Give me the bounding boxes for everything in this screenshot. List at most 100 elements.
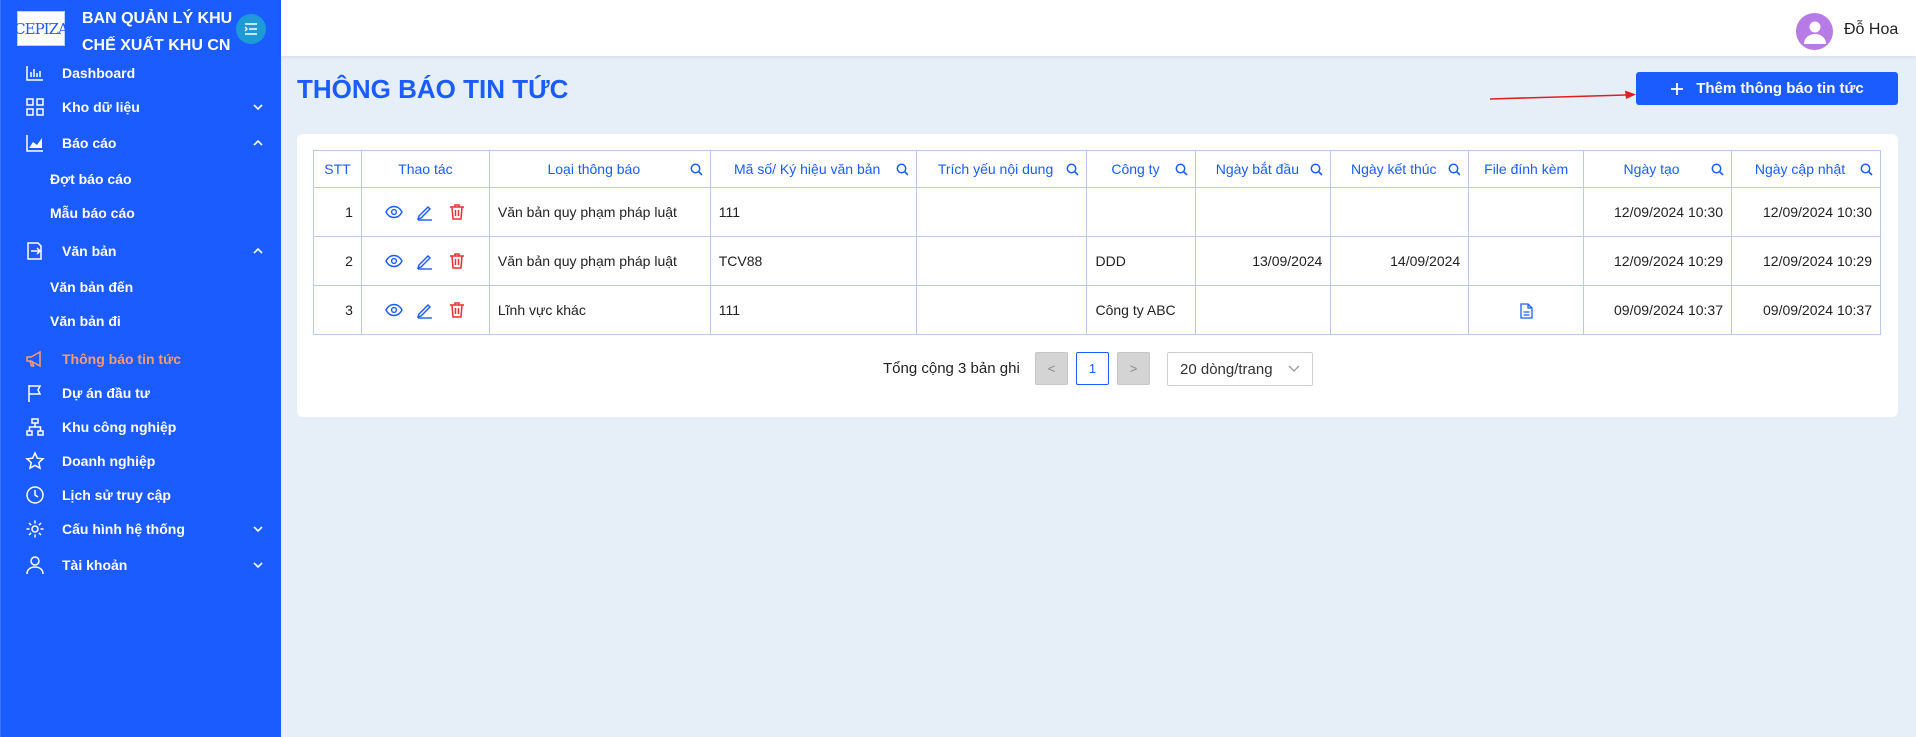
megaphone-icon: [26, 350, 41, 368]
avatar[interactable]: [1796, 13, 1833, 50]
search-icon[interactable]: [896, 163, 909, 176]
username[interactable]: Đỗ Hoa: [1844, 21, 1898, 39]
view-eye-icon[interactable]: [384, 203, 403, 221]
sidebar-item-label: Báo cáo: [62, 135, 117, 151]
delete-trash-icon[interactable]: [448, 252, 466, 270]
page-size-value: 20 dòng/trang: [1180, 360, 1273, 378]
chevron-down-icon: [253, 562, 263, 569]
cell-stt: 2: [313, 236, 362, 286]
col-ma-so[interactable]: Mã số/ Ký hiệu văn bản: [709, 150, 917, 188]
sidebar-item-cau-hinh-he-thong[interactable]: Cấu hình hệ thống: [1, 514, 282, 544]
col-loai-thong-bao[interactable]: Loại thông báo: [488, 150, 711, 188]
col-ngay-ket-thuc[interactable]: Ngày kết thúc: [1330, 150, 1470, 188]
brand: CEPIZA BAN QUẢN LÝ KHU CHẾ XUẤT KHU CN: [1, 0, 282, 58]
cell-ngay-tao: 12/09/2024 10:29: [1583, 236, 1733, 286]
cell-stt: 3: [313, 285, 362, 335]
col-label: Công ty: [1111, 161, 1160, 177]
sidebar-item-tai-khoan[interactable]: Tài khoản: [1, 550, 282, 580]
cell-ngay-bat-dau: [1195, 285, 1332, 335]
sidebar-item-kho-du-lieu[interactable]: Kho dữ liệu: [1, 92, 282, 122]
cell-ma-so: 111: [709, 187, 917, 237]
sidebar-subitem-van-ban-den[interactable]: Văn bản đến: [50, 274, 133, 300]
cell-cong-ty: [1086, 187, 1197, 237]
brand-name-line1: BAN QUẢN LÝ KHU: [82, 10, 233, 27]
prev-page-button[interactable]: <: [1035, 352, 1068, 385]
sidebar-subitem-van-ban-di[interactable]: Văn bản đi: [50, 308, 121, 334]
cell-ngay-bat-dau: [1195, 187, 1332, 237]
sidebar-item-label: Doanh nghiệp: [62, 453, 156, 469]
search-icon[interactable]: [690, 163, 703, 176]
pagination: Tổng cộng 3 bản ghi < 1 > 20 dòng/trang: [297, 352, 1898, 386]
hierarchy-icon: [26, 418, 44, 436]
sidebar-subitem-dot-bao-cao[interactable]: Đợt báo cáo: [50, 166, 132, 192]
next-page-button[interactable]: >: [1117, 352, 1150, 385]
col-trich-yeu[interactable]: Trích yếu nội dung: [915, 150, 1088, 188]
page-1-button[interactable]: 1: [1076, 352, 1109, 385]
cell-actions: [360, 285, 490, 335]
search-icon[interactable]: [1310, 163, 1323, 176]
col-ngay-tao[interactable]: Ngày tạo: [1583, 150, 1733, 188]
search-icon[interactable]: [1175, 163, 1188, 176]
cell-ngay-ket-thuc: 14/09/2024: [1330, 236, 1470, 286]
table-row: 2 Văn bản quy phạm pháp luật TCV88 DDD 1…: [313, 236, 1881, 286]
chevron-down-icon: [253, 526, 263, 533]
topbar: [281, 0, 1916, 56]
sidebar-item-dashboard[interactable]: Dashboard: [1, 58, 282, 88]
edit-pencil-icon[interactable]: [416, 301, 434, 319]
cell-loai-thong-bao: Văn bản quy phạm pháp luật: [488, 236, 711, 286]
page-size-select[interactable]: 20 dòng/trang: [1167, 352, 1313, 386]
edit-pencil-icon[interactable]: [416, 252, 434, 270]
cell-file: [1468, 236, 1585, 286]
chevron-down-icon: [1288, 365, 1300, 372]
col-ngay-cap-nhat[interactable]: Ngày cập nhật: [1731, 150, 1881, 188]
file-attachment-icon[interactable]: [1520, 302, 1533, 319]
sidebar-item-du-an-dau-tu[interactable]: Dự án đầu tư: [1, 378, 282, 408]
col-label: Ngày bắt đầu: [1215, 161, 1300, 177]
edit-pencil-icon[interactable]: [416, 203, 434, 221]
cell-ngay-ket-thuc: [1330, 187, 1470, 237]
news-card: STT Thao tác Loại thông báo Mã số/ Ký hi…: [297, 134, 1898, 417]
col-ngay-bat-dau[interactable]: Ngày bắt đầu: [1195, 150, 1332, 188]
col-cong-ty[interactable]: Công ty: [1086, 150, 1197, 188]
sidebar-item-thong-bao-tin-tuc[interactable]: Thông báo tin tức: [1, 344, 282, 374]
sidebar: CEPIZA BAN QUẢN LÝ KHU CHẾ XUẤT KHU CN D…: [0, 0, 281, 737]
cell-trich-yeu: [915, 187, 1088, 237]
sidebar-item-van-ban[interactable]: Văn bản: [1, 236, 282, 266]
sidebar-item-doanh-nghiep[interactable]: Doanh nghiệp: [1, 446, 282, 476]
plus-icon: [1671, 82, 1684, 95]
menu-collapse-icon: [244, 23, 257, 35]
view-eye-icon[interactable]: [384, 252, 403, 270]
add-news-button[interactable]: Thêm thông báo tin tức: [1636, 72, 1898, 105]
sidebar-collapse-button[interactable]: [236, 14, 266, 44]
area-chart-icon: [26, 135, 43, 152]
col-label: Ngày tạo: [1623, 161, 1680, 177]
document-arrow-icon: [27, 242, 42, 260]
delete-trash-icon[interactable]: [448, 203, 466, 221]
cell-stt: 1: [313, 187, 362, 237]
clock-icon: [26, 486, 44, 504]
col-label: Ngày kết thúc: [1350, 161, 1437, 177]
sidebar-subitem-mau-bao-cao[interactable]: Mẫu báo cáo: [50, 200, 135, 226]
col-label: Trích yếu nội dung: [937, 161, 1054, 177]
sidebar-item-label: Cấu hình hệ thống: [62, 521, 185, 537]
sidebar-item-khu-cong-nghiep[interactable]: Khu công nghiệp: [1, 412, 282, 442]
search-icon[interactable]: [1066, 163, 1080, 176]
search-icon[interactable]: [1860, 163, 1873, 176]
sidebar-item-label: Dự án đầu tư: [62, 385, 150, 401]
search-icon[interactable]: [1711, 163, 1724, 176]
col-label: Loại thông báo: [547, 161, 641, 177]
search-icon[interactable]: [1448, 163, 1461, 176]
sidebar-item-label: Thông báo tin tức: [62, 351, 182, 367]
news-table: STT Thao tác Loại thông báo Mã số/ Ký hi…: [313, 150, 1881, 335]
sidebar-item-lich-su-truy-cap[interactable]: Lịch sử truy cập: [1, 480, 282, 510]
sidebar-item-label: Tài khoản: [62, 557, 128, 573]
user-icon: [26, 556, 44, 575]
sidebar-item-bao-cao[interactable]: Báo cáo: [1, 128, 282, 158]
view-eye-icon[interactable]: [384, 301, 403, 319]
gear-icon: [26, 520, 44, 538]
cell-cong-ty: Công ty ABC: [1086, 285, 1197, 335]
cell-actions: [360, 236, 490, 286]
delete-trash-icon[interactable]: [448, 301, 466, 319]
col-label: Ngày cập nhật: [1754, 161, 1846, 177]
star-icon: [25, 451, 45, 470]
